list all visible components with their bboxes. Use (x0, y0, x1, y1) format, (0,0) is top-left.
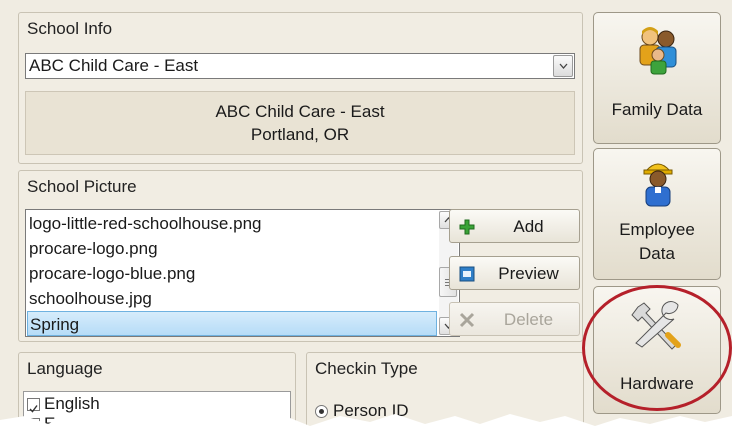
hardware-button[interactable]: Hardware (593, 286, 721, 414)
language-label: English (44, 394, 100, 413)
radio-button[interactable] (315, 405, 328, 418)
family-data-button[interactable]: Family Data (593, 12, 721, 144)
plus-icon (458, 218, 476, 236)
school-name-text: ABC Child Care - East (215, 102, 385, 121)
list-item[interactable]: procare-logo-blue.png (27, 261, 437, 286)
tools-icon (628, 299, 688, 350)
family-icon (628, 25, 688, 75)
list-item-selected[interactable]: Spring (27, 311, 437, 336)
delete-button[interactable]: Delete (449, 302, 580, 336)
picture-list[interactable]: logo-little-red-schoolhouse.png procare-… (25, 209, 460, 337)
family-data-label: Family Data (611, 100, 703, 119)
preview-button-label: Preview (498, 264, 559, 283)
radio-label: Person ID (333, 401, 409, 420)
school-location-text: Portland, OR (250, 125, 350, 144)
chevron-down-icon[interactable] (553, 55, 573, 77)
settings-window: School Info ABC Child Care - East ABC Ch… (0, 0, 732, 446)
school-info-group: School Info ABC Child Care - East ABC Ch… (18, 12, 583, 164)
employee-icon (628, 157, 688, 207)
language-list[interactable]: English Esp (23, 391, 291, 446)
delete-button-label: Delete (503, 310, 554, 329)
list-item[interactable]: schoolhouse.jpg (27, 286, 437, 311)
employee-data-label-line1: Employee (619, 220, 695, 239)
school-select[interactable]: ABC Child Care - East (25, 53, 575, 79)
employee-data-label-line2: Data (639, 244, 675, 263)
school-select-value: ABC Child Care - East (29, 56, 199, 75)
list-item[interactable]: logo-little-red-schoolhouse.png (27, 211, 437, 236)
list-item[interactable]: procare-logo.png (27, 236, 437, 261)
school-picture-group: School Picture logo-little-red-schoolhou… (18, 170, 583, 342)
checkin-type-group: Checkin Type Person ID ngerprint (306, 352, 584, 446)
preview-button[interactable]: Preview (449, 256, 580, 290)
employee-data-button[interactable]: Employee Data (593, 148, 721, 280)
add-button-label: Add (513, 217, 544, 236)
delete-icon (458, 311, 476, 329)
hardware-label: Hardware (620, 374, 694, 393)
language-label: Esp (44, 414, 74, 433)
checkin-type-title: Checkin Type (315, 359, 418, 378)
radio-label: ngerprint (452, 428, 520, 446)
language-group: Language English Esp (18, 352, 296, 446)
school-picture-title: School Picture (27, 177, 137, 196)
school-info-title: School Info (27, 19, 113, 38)
language-title: Language (27, 359, 103, 378)
preview-icon (458, 265, 476, 283)
checkbox[interactable] (27, 418, 40, 433)
school-address-box: ABC Child Care - East Portland, OR (25, 91, 575, 155)
add-button[interactable]: Add (449, 209, 580, 243)
checkbox[interactable] (27, 398, 40, 413)
